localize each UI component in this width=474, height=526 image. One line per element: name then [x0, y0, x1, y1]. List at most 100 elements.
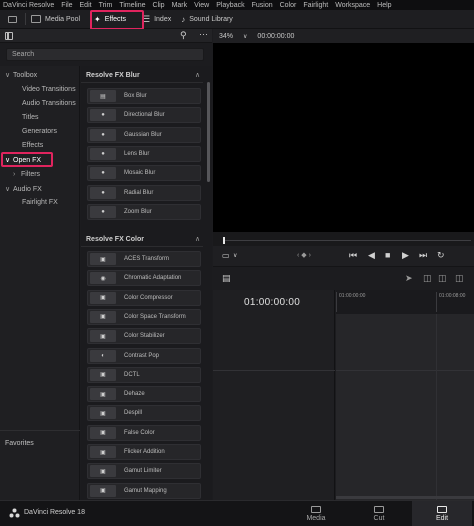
media-pool-icon [31, 15, 41, 23]
menu-edit[interactable]: Edit [80, 2, 92, 9]
media-pool-label: Media Pool [45, 15, 81, 23]
page-tab-media[interactable]: Media [286, 501, 346, 526]
menu-timeline[interactable]: Timeline [119, 2, 145, 9]
track-headers [213, 314, 335, 500]
fx-item[interactable]: ▣ ACES Transform [87, 251, 201, 267]
menu-davinci-resolve[interactable]: DaVinci Resolve [3, 2, 54, 9]
fx-item[interactable]: ● Directional Blur [87, 107, 201, 124]
tree-audio-transitions[interactable]: Audio Transitions [22, 100, 76, 107]
sidebar-toggle-icon[interactable] [5, 32, 13, 40]
collapse-icon[interactable]: ∧ [195, 235, 200, 243]
fx-item[interactable]: ▣ False Color [87, 424, 201, 441]
fx-item[interactable]: ▣ DCTL [87, 366, 201, 383]
menu-mark[interactable]: Mark [172, 2, 188, 9]
media-pool-button[interactable]: Media Pool [26, 10, 85, 29]
viewer-scrubber[interactable] [213, 232, 474, 246]
fx-thumbnail-icon: ▣ [90, 426, 116, 439]
page-tab-edit[interactable]: Edit [412, 501, 472, 526]
play-icon[interactable]: ▶ [402, 250, 409, 261]
skip-back-icon[interactable]: ⏮ [349, 250, 357, 261]
timeline-header: 01:00:00:00 [213, 290, 335, 314]
timeline-tracks[interactable] [336, 314, 474, 500]
tree-effects[interactable]: Effects [22, 142, 43, 149]
ruler-label: 01:00:08:00 [439, 293, 466, 299]
fx-item[interactable]: ● Radial Blur [87, 184, 201, 201]
tree-toolbox[interactable]: ∨ Toolbox [5, 71, 37, 79]
ruler-label: 01:00:00:00 [339, 293, 366, 299]
fx-item[interactable]: ● Gaussian Blur [87, 126, 201, 143]
effects-scrollbar[interactable] [207, 82, 210, 182]
skip-forward-icon[interactable]: ⏭ [419, 250, 427, 261]
sound-library-label: Sound Library [189, 15, 233, 23]
tree-fairlight-fx[interactable]: Fairlight FX [22, 199, 58, 206]
page-tab-label: Edit [435, 515, 449, 522]
page-tab-cut[interactable]: Cut [349, 501, 409, 526]
menu-file[interactable]: File [61, 2, 72, 9]
selection-tool-icon[interactable]: ➤ [405, 273, 413, 284]
stop-icon[interactable]: ■ [385, 250, 390, 260]
menu-fusion[interactable]: Fusion [252, 2, 273, 9]
video-viewer[interactable] [213, 43, 474, 232]
fx-item-label: Color Space Transform [124, 313, 186, 320]
collapse-icon[interactable]: ∧ [195, 71, 200, 79]
chevron-down-icon: ∨ [5, 186, 11, 193]
zoom-level[interactable]: 34% [219, 33, 233, 40]
playhead[interactable] [223, 237, 225, 244]
fx-item[interactable]: ▣ Flicker Addition [87, 444, 201, 460]
sound-library-button[interactable]: ♪ Sound Library [176, 10, 238, 29]
fx-item-label: Box Blur [124, 93, 147, 99]
more-options-icon[interactable]: ··· [199, 29, 208, 39]
fx-item[interactable]: ● Zoom Blur [87, 203, 201, 220]
fx-color-header[interactable]: Resolve FX Color [86, 236, 144, 243]
blade-tool-icon[interactable]: ◫ [438, 273, 447, 284]
menu-help[interactable]: Help [377, 2, 391, 9]
jog-control-icon[interactable]: ‹ ◆ › [297, 251, 311, 259]
timeline-ruler[interactable]: 01:00:00:00 01:00:08:00 [336, 290, 474, 314]
menu-trim[interactable]: Trim [99, 2, 113, 9]
search-icon[interactable]: ⚲ [180, 30, 187, 41]
tree-video-transitions[interactable]: Video Transitions [22, 86, 76, 93]
fx-thumbnail-icon: ▣ [90, 388, 116, 401]
tree-audio-fx-label: Audio FX [13, 186, 42, 193]
tree-titles[interactable]: Titles [22, 114, 38, 121]
snap-icon[interactable]: ◫ [455, 273, 464, 284]
timeline-scrollbar[interactable] [336, 496, 474, 499]
fx-item[interactable]: ◐ Contrast Pop [87, 347, 201, 364]
tree-audio-fx[interactable]: ∨ Audio FX [5, 185, 42, 193]
fx-item[interactable]: ▣ Color Stabilizer [87, 328, 201, 345]
search-input[interactable]: Search [6, 48, 204, 61]
favorites-header[interactable]: Favorites [5, 440, 34, 447]
page-tab-label: Cut [373, 515, 385, 522]
tree-generators[interactable]: Generators [22, 128, 57, 135]
fx-item[interactable]: ▣ Color Compressor [87, 289, 201, 306]
menu-clip[interactable]: Clip [153, 2, 165, 9]
menu-fairlight[interactable]: Fairlight [303, 2, 328, 9]
fx-item[interactable]: ● Lens Blur [87, 145, 201, 162]
fx-item[interactable]: ● Mosaic Blur [87, 165, 201, 182]
fx-item[interactable]: ▤ Box Blur [87, 88, 201, 104]
fx-item[interactable]: ▣ Color Space Transform [87, 308, 201, 325]
menu-playback[interactable]: Playback [216, 2, 244, 9]
chevron-down-icon[interactable]: ∨ [243, 33, 247, 40]
fx-item[interactable]: ◉ Chromatic Adaptation [87, 270, 201, 287]
chevron-down-icon[interactable]: ∨ [233, 252, 237, 259]
loop-icon[interactable]: ↻ [437, 250, 445, 261]
divider [81, 246, 203, 247]
menu-workspace[interactable]: Workspace [335, 2, 370, 9]
play-reverse-icon[interactable]: ◀ [368, 250, 375, 261]
viewer-timecode: 00:00:00:00 [257, 32, 295, 40]
viewer-mode-icon[interactable]: ▭ [222, 251, 230, 260]
trim-tool-icon[interactable]: ◫ [423, 273, 432, 284]
menu-view[interactable]: View [194, 2, 209, 9]
fx-item[interactable]: ▣ Gamut Limiter [87, 463, 201, 480]
tree-filters[interactable]: › Filters [13, 171, 40, 178]
timeline-view-options-icon[interactable]: ▤ [222, 273, 231, 284]
fx-item[interactable]: ▣ Despill [87, 405, 201, 422]
index-label: Index [154, 15, 172, 23]
menu-bar: DaVinci Resolve File Edit Trim Timeline … [0, 0, 474, 10]
fx-item[interactable]: ▣ Dehaze [87, 386, 201, 403]
menu-color[interactable]: Color [280, 2, 297, 9]
fx-blur-header[interactable]: Resolve FX Blur [86, 72, 140, 79]
workspace-toggle-button[interactable] [0, 10, 25, 29]
fx-item[interactable]: ▣ Gamut Mapping [87, 482, 201, 499]
